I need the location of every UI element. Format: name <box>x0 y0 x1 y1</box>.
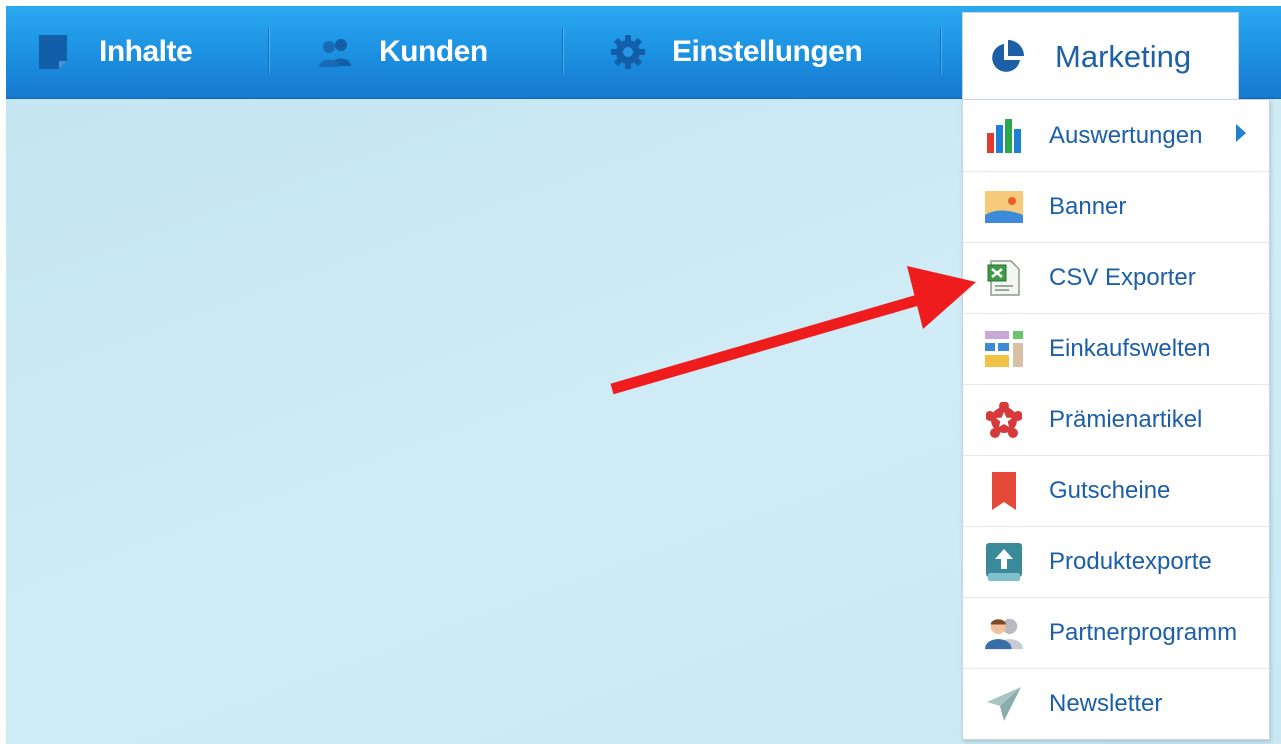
annotation-arrow <box>610 266 976 395</box>
